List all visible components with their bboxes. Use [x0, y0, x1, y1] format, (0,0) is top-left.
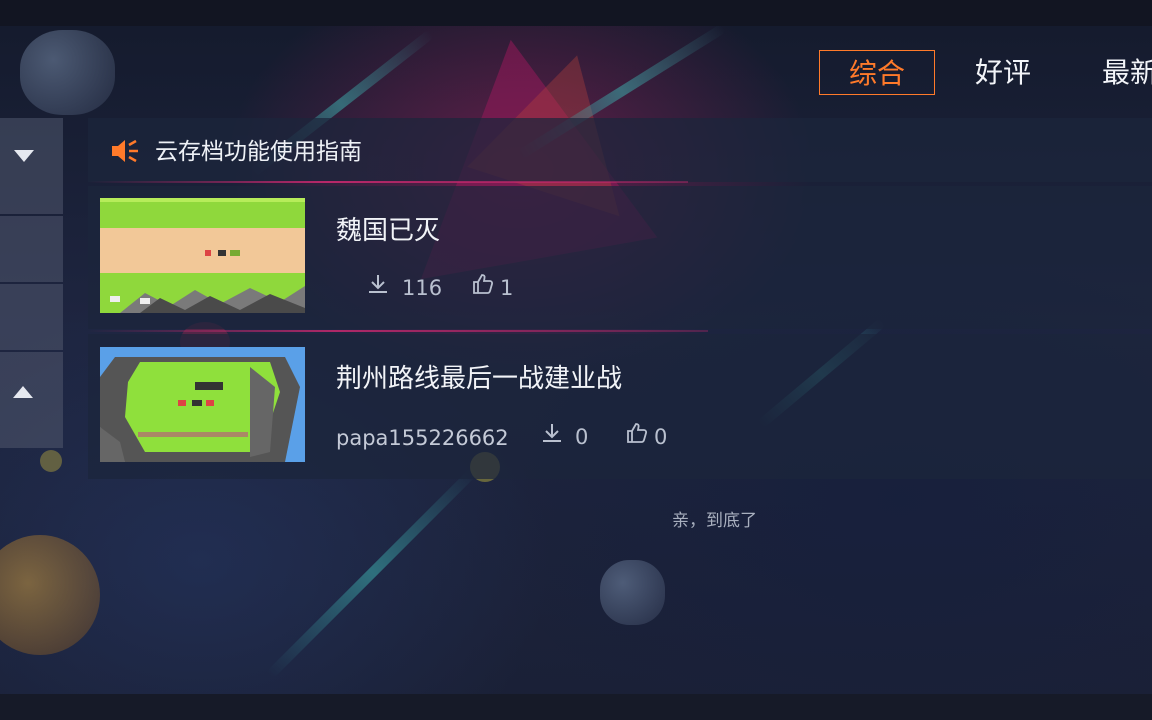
- download-count: 116: [402, 276, 443, 300]
- item-title[interactable]: 荆州路线最后一战建业战: [336, 358, 622, 395]
- side-nav-slot[interactable]: [0, 216, 63, 282]
- divider: [88, 181, 688, 183]
- item-title[interactable]: 魏国已灭: [336, 210, 440, 247]
- chevron-down-icon: [14, 150, 34, 162]
- save-thumbnail[interactable]: [100, 198, 305, 313]
- save-thumbnail[interactable]: [100, 347, 305, 462]
- side-nav-slot[interactable]: [0, 284, 63, 350]
- divider: [88, 330, 708, 332]
- chevron-up-icon: [13, 386, 33, 398]
- download-icon: [369, 275, 387, 293]
- scroll-down-button[interactable]: [0, 118, 63, 214]
- scroll-up-button[interactable]: [0, 352, 63, 448]
- tab-newest[interactable]: 最新: [1102, 50, 1152, 95]
- download-icon: [543, 424, 561, 442]
- side-nav: [0, 118, 63, 448]
- like-count: 0: [654, 425, 668, 449]
- thumbs-up-icon: [473, 274, 494, 294]
- download-count: 0: [575, 425, 589, 449]
- tab-comprehensive[interactable]: 综合: [819, 50, 935, 95]
- notice-text[interactable]: 云存档功能使用指南: [155, 136, 362, 168]
- item-author[interactable]: papa155226662: [336, 424, 509, 452]
- like-count: 1: [500, 276, 514, 300]
- end-of-list-text: 亲，到底了: [672, 511, 757, 531]
- tab-top-rated[interactable]: 好评: [975, 50, 1031, 95]
- speaker-icon: [112, 139, 138, 163]
- thumbs-up-icon: [627, 423, 648, 443]
